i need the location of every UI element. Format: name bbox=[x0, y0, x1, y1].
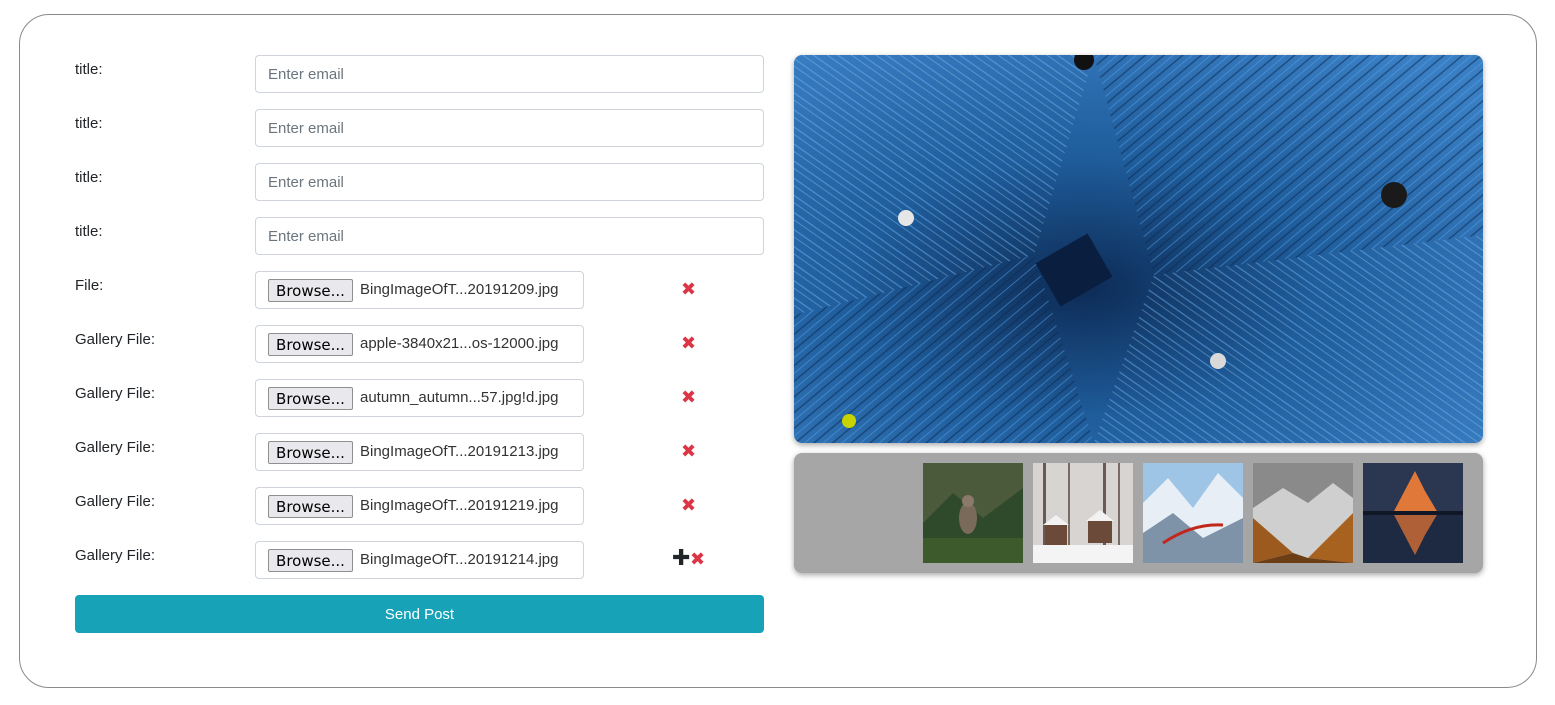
gallery-file-input-2[interactable]: Browse... autumn_autumn...57.jpg!d.jpg bbox=[255, 379, 584, 417]
gallery-thumbnail-4[interactable] bbox=[1253, 463, 1353, 563]
gallery-file-label-2: Gallery File: bbox=[75, 385, 156, 402]
gallery-thumbnail-3[interactable] bbox=[1143, 463, 1243, 563]
remove-gallery-file-icon-2[interactable]: ✖ bbox=[681, 389, 696, 407]
file-label: File: bbox=[75, 277, 104, 294]
send-post-button[interactable]: Send Post bbox=[75, 595, 764, 633]
title-input-1[interactable] bbox=[255, 55, 764, 93]
gallery-thumbnail-5[interactable] bbox=[1363, 463, 1463, 563]
remove-file-icon[interactable]: ✖ bbox=[681, 281, 696, 299]
title-input-2[interactable] bbox=[255, 109, 764, 147]
gallery-thumbnail-2[interactable] bbox=[1033, 463, 1133, 563]
remove-gallery-file-icon-1[interactable]: ✖ bbox=[681, 335, 696, 353]
browse-button[interactable]: Browse... bbox=[268, 495, 353, 518]
file-name: BingImageOfT...20191219.jpg bbox=[360, 497, 559, 514]
browse-button[interactable]: Browse... bbox=[268, 387, 353, 410]
remove-gallery-file-icon-5[interactable]: ✖ bbox=[690, 551, 705, 569]
file-name: BingImageOfT...20191213.jpg bbox=[360, 443, 559, 460]
title-label-3: title: bbox=[75, 169, 103, 186]
remove-gallery-file-icon-4[interactable]: ✖ bbox=[681, 497, 696, 515]
gallery-thumbnail-1[interactable] bbox=[923, 463, 1023, 563]
file-name: BingImageOfT...20191209.jpg bbox=[360, 281, 559, 298]
browse-button[interactable]: Browse... bbox=[268, 549, 353, 572]
file-input[interactable]: Browse... BingImageOfT...20191209.jpg bbox=[255, 271, 584, 309]
title-input-3[interactable] bbox=[255, 163, 764, 201]
gallery-file-label-1: Gallery File: bbox=[75, 331, 156, 348]
add-gallery-file-icon[interactable]: ✚ bbox=[672, 548, 690, 570]
title-label-1: title: bbox=[75, 61, 103, 78]
title-input-4[interactable] bbox=[255, 217, 764, 255]
browse-button[interactable]: Browse... bbox=[268, 333, 353, 356]
browse-button[interactable]: Browse... bbox=[268, 279, 353, 302]
gallery-file-label-5: Gallery File: bbox=[75, 547, 156, 564]
browse-button[interactable]: Browse... bbox=[268, 441, 353, 464]
title-label-2: title: bbox=[75, 115, 103, 132]
remove-gallery-file-icon-3[interactable]: ✖ bbox=[681, 443, 696, 461]
gallery-file-label-3: Gallery File: bbox=[75, 439, 156, 456]
gallery-file-input-1[interactable]: Browse... apple-3840x21...os-12000.jpg bbox=[255, 325, 584, 363]
gallery-file-label-4: Gallery File: bbox=[75, 493, 156, 510]
file-name: apple-3840x21...os-12000.jpg bbox=[360, 335, 559, 352]
gallery-file-input-4[interactable]: Browse... BingImageOfT...20191219.jpg bbox=[255, 487, 584, 525]
file-name: BingImageOfT...20191214.jpg bbox=[360, 551, 559, 568]
gallery-strip bbox=[794, 453, 1483, 573]
gallery-file-input-5[interactable]: Browse... BingImageOfT...20191214.jpg bbox=[255, 541, 584, 579]
main-preview-image bbox=[794, 55, 1483, 443]
gallery-file-input-3[interactable]: Browse... BingImageOfT...20191213.jpg bbox=[255, 433, 584, 471]
file-name: autumn_autumn...57.jpg!d.jpg bbox=[360, 389, 559, 406]
title-label-4: title: bbox=[75, 223, 103, 240]
